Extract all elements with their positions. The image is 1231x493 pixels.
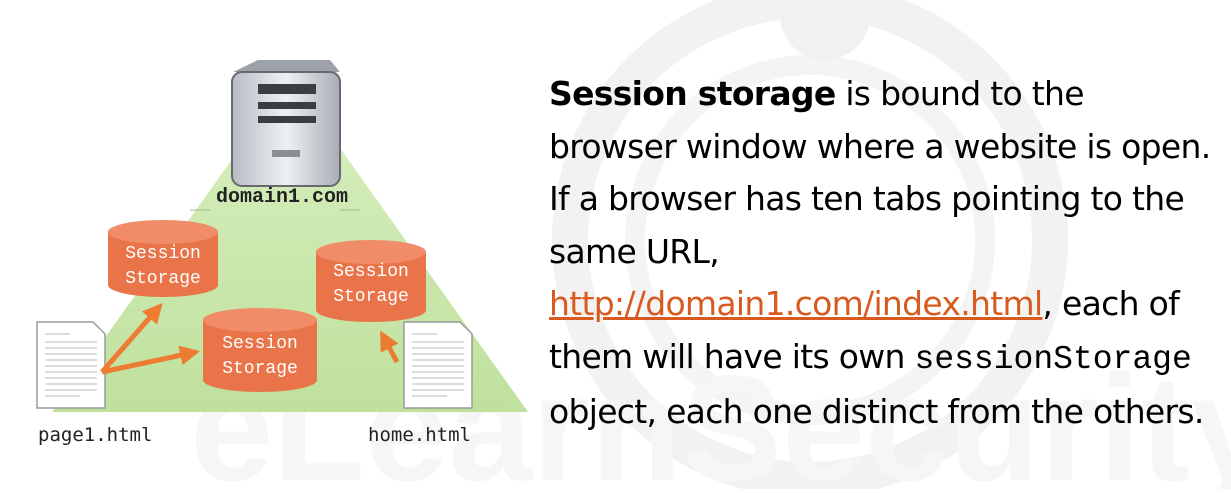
storage-middle-line2: Storage [222, 359, 298, 379]
session-storage-description: Session storage is bound to the browser … [549, 68, 1219, 439]
storage-left-line1: Session [125, 244, 201, 264]
session-storage-diagram: domain1.com Session Storage Session Stor… [0, 0, 560, 489]
file-right-label: home.html [368, 424, 471, 446]
storage-left-line2: Storage [125, 269, 201, 289]
storage-middle-label: Session Storage [204, 332, 316, 382]
server-domain-label: domain1.com [216, 186, 349, 209]
document-right-icon [403, 321, 473, 409]
storage-middle-line1: Session [222, 334, 298, 354]
file-left-label: page1.html [38, 424, 153, 446]
storage-right-line1: Session [333, 262, 409, 282]
server-icon [231, 60, 341, 187]
code-term: sessionStorage [914, 340, 1192, 378]
document-left-icon [36, 321, 106, 409]
example-url-link[interactable]: http://domain1.com/index.html [549, 284, 1043, 323]
storage-right-label: Session Storage [315, 260, 427, 310]
storage-right-line2: Storage [333, 287, 409, 307]
diagram-graphics [36, 60, 528, 412]
storage-left-label: Session Storage [107, 242, 219, 292]
bold-term: Session storage [549, 74, 836, 113]
description-part3: object, each one distinct from the other… [549, 392, 1204, 431]
